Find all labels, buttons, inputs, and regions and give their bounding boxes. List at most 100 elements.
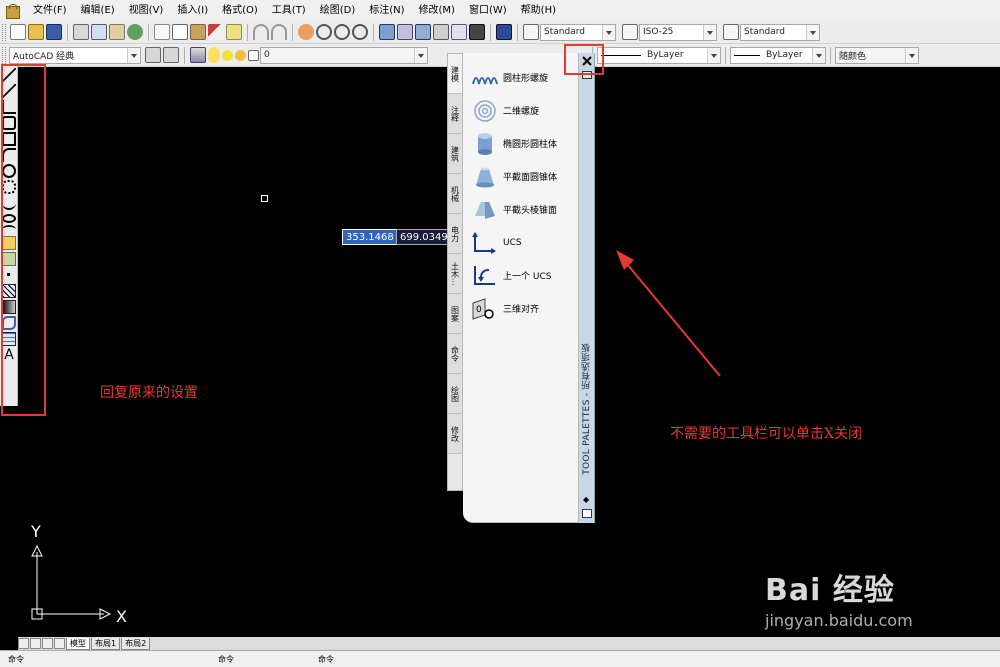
dynamic-input-y[interactable]: 699.0349	[396, 229, 452, 245]
zoom-window-icon[interactable]	[334, 24, 350, 40]
menu-view[interactable]: 视图(V)	[122, 0, 171, 21]
dynamic-input-x[interactable]: 353.1468	[342, 229, 398, 245]
close-toolbar-annotation: 不需要的工具栏可以单击X关闭	[670, 426, 862, 442]
menu-format[interactable]: 格式(O)	[215, 0, 265, 21]
menu-tools[interactable]: 工具(T)	[265, 0, 313, 21]
toolbar-grip[interactable]	[2, 23, 6, 41]
design-center-icon[interactable]	[397, 24, 413, 40]
save-icon[interactable]	[46, 24, 62, 40]
command-line[interactable]: 命令 命令 命令	[0, 650, 1000, 667]
redo-icon[interactable]	[271, 24, 287, 40]
tab-model[interactable]: 模型	[66, 637, 90, 650]
dim-style-select[interactable]: ISO-25	[639, 23, 717, 41]
palette-item-3d-align[interactable]: 0 三维对齐	[463, 292, 578, 325]
linetype-select[interactable]: ByLayer	[597, 46, 721, 64]
palette-item-spiral[interactable]: 二维螺旋	[463, 94, 578, 127]
palette-item-elliptic-cylinder[interactable]: 椭圆形圆柱体	[463, 127, 578, 160]
tab-layout1[interactable]: 布局1	[91, 637, 121, 650]
match-properties-icon[interactable]	[208, 24, 224, 40]
undo-icon[interactable]	[253, 24, 269, 40]
table-style-select[interactable]: Standard	[740, 23, 820, 41]
tab-draw[interactable]: 绘图	[448, 374, 462, 414]
zoom-previous-icon[interactable]	[352, 24, 368, 40]
first-tab-icon[interactable]	[18, 638, 29, 649]
layer-unlock-icon[interactable]	[235, 49, 246, 61]
workspace-select[interactable]: AutoCAD 经典	[9, 46, 141, 64]
tab-modify[interactable]: 修改	[448, 414, 462, 454]
workspace-save-icon[interactable]	[163, 47, 179, 63]
tab-layout2[interactable]: 布局2	[121, 637, 151, 650]
print-preview-icon[interactable]	[91, 24, 107, 40]
layer-manager-icon[interactable]	[190, 47, 206, 63]
palette-item-frustum-cone[interactable]: 平截面圆锥体	[463, 160, 578, 193]
new-file-icon[interactable]	[10, 24, 26, 40]
watermark-brand: Bai 经验	[765, 573, 895, 608]
plot-style-select[interactable]: 随颜色	[835, 46, 919, 64]
palette-title: TOOL PALETTES - 所有选项板	[582, 343, 592, 475]
print-icon[interactable]	[73, 24, 89, 40]
autocad-app-icon[interactable]	[4, 3, 20, 19]
table-style-icon[interactable]	[723, 24, 739, 40]
tab-architecture[interactable]: 建筑	[448, 134, 462, 174]
tab-mechanical[interactable]: 机械	[448, 174, 462, 214]
menu-dimension[interactable]: 标注(N)	[362, 0, 411, 21]
layer-thaw-icon[interactable]	[222, 49, 233, 61]
chevron-down-icon[interactable]	[703, 24, 716, 40]
layer-color-icon[interactable]	[248, 49, 259, 61]
prev-tab-icon[interactable]	[30, 638, 41, 649]
3d-dwf-icon[interactable]	[127, 24, 143, 40]
open-file-icon[interactable]	[28, 24, 44, 40]
tab-modeling[interactable]: 建模	[448, 54, 462, 94]
properties-icon[interactable]	[379, 24, 395, 40]
paste-icon[interactable]	[190, 24, 206, 40]
tab-hatches[interactable]: 图案	[448, 294, 462, 334]
chevron-down-icon[interactable]	[127, 47, 140, 63]
palette-item-ucs-previous[interactable]: 上一个 UCS	[463, 259, 578, 292]
chevron-down-icon[interactable]	[707, 47, 720, 63]
chevron-down-icon[interactable]	[806, 24, 819, 40]
zoom-realtime-icon[interactable]	[316, 24, 332, 40]
help-icon[interactable]	[496, 24, 512, 40]
menu-draw[interactable]: 绘图(D)	[313, 0, 363, 21]
menu-modify[interactable]: 修改(M)	[412, 0, 462, 21]
copy-icon[interactable]	[172, 24, 188, 40]
text-style-select[interactable]: Standard	[540, 23, 616, 41]
tool-palettes-icon[interactable]	[415, 24, 431, 40]
palette-titlebar[interactable]: TOOL PALETTES - 所有选项板 ◆	[579, 53, 595, 523]
layer-on-icon[interactable]	[208, 47, 220, 63]
workspace-settings-icon[interactable]	[145, 47, 161, 63]
tab-commands[interactable]: 命令	[448, 334, 462, 374]
markup-icon[interactable]	[451, 24, 467, 40]
toolbar-grip[interactable]	[2, 46, 6, 64]
menu-window[interactable]: 窗口(W)	[462, 0, 514, 21]
menu-file[interactable]: 文件(F)	[26, 0, 74, 21]
publish-icon[interactable]	[109, 24, 125, 40]
menu-insert[interactable]: 插入(I)	[170, 0, 215, 21]
properties-arrows-icon[interactable]: ◆	[583, 495, 589, 504]
draw-toolbar-highlight-box	[1, 64, 46, 416]
chevron-down-icon[interactable]	[905, 47, 918, 63]
palette-item-helix[interactable]: 圆柱形螺旋	[463, 61, 578, 94]
chevron-down-icon[interactable]	[602, 24, 615, 40]
layer-select[interactable]: 0	[260, 46, 428, 64]
tab-civil[interactable]: 土木...	[448, 254, 462, 294]
next-tab-icon[interactable]	[42, 638, 53, 649]
cut-icon[interactable]	[154, 24, 170, 40]
tab-electrical[interactable]: 电力	[448, 214, 462, 254]
pan-icon[interactable]	[298, 24, 314, 40]
chevron-down-icon[interactable]	[414, 47, 427, 63]
menu-help[interactable]: 帮助(H)	[514, 0, 563, 21]
block-editor-icon[interactable]	[226, 24, 242, 40]
sheet-set-icon[interactable]	[433, 24, 449, 40]
palette-item-frustum-pyramid[interactable]: 平截头棱锥面	[463, 193, 578, 226]
palette-menu-icon[interactable]	[582, 509, 592, 518]
tab-annotation[interactable]: 注释	[448, 94, 462, 134]
lineweight-select[interactable]: ByLayer	[730, 46, 826, 64]
menu-edit[interactable]: 编辑(E)	[74, 0, 122, 21]
chevron-down-icon[interactable]	[812, 47, 825, 63]
palette-item-ucs[interactable]: UCS	[463, 226, 578, 259]
calculator-icon[interactable]	[469, 24, 485, 40]
text-style-icon[interactable]	[523, 24, 539, 40]
last-tab-icon[interactable]	[54, 638, 65, 649]
dim-style-icon[interactable]	[622, 24, 638, 40]
